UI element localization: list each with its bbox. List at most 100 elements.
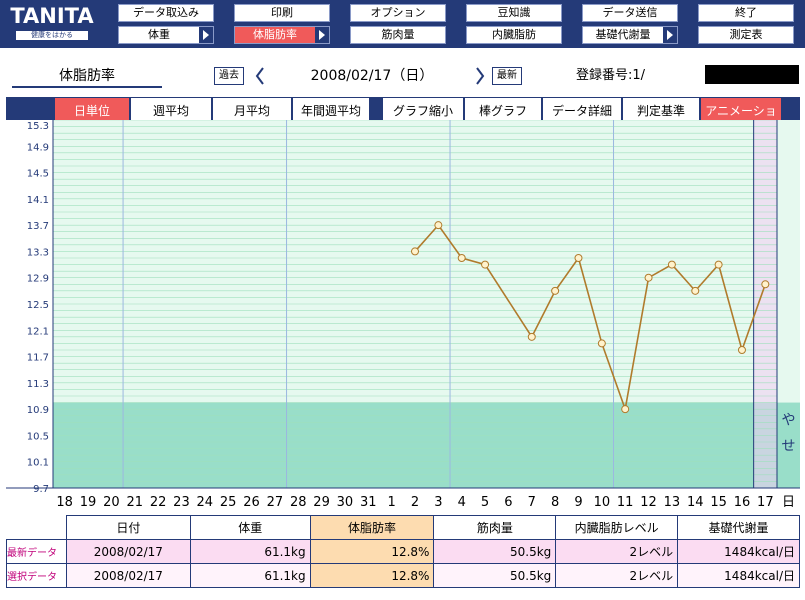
send-data-button[interactable]: データ送信 [582,4,678,22]
import-data-button[interactable]: データ取込み [118,4,214,22]
x-tick-label: 20 [103,495,120,510]
x-tick-label: 18 [56,495,73,510]
data-point [667,260,676,269]
header-weight: 体重 [189,515,311,540]
y-tick-label: 13.3 [27,247,49,258]
y-tick-label: 12.5 [27,300,49,311]
y-tick-label: 9.7 [33,484,49,495]
print-label: 印刷 [271,6,293,19]
x-tick-label: 30 [337,495,354,510]
x-tick-label: 21 [126,495,143,510]
table-row: 選択データ 2008/02/17 61.1kg 12.8% 50.5kg 2レベ… [6,563,800,588]
x-tick-label: 25 [220,495,237,510]
x-tick-label: 23 [173,495,190,510]
measurement-table-label: 測定表 [729,28,763,41]
summary-table: 日付 体重 体脂肪率 筋肉量 内臓脂肪レベル 基礎代謝量 最新データ 2008/… [6,515,800,588]
data-point [434,221,443,230]
x-tick-label: 31 [360,495,377,510]
x-tick-label: 2 [411,495,419,510]
data-point [597,339,606,348]
x-tick-label: 12 [640,495,657,510]
chevron-left-icon[interactable] [254,66,266,86]
y-tick-label: 11.7 [27,353,49,364]
registration-number: 登録番号:1/ [576,68,646,83]
print-button[interactable]: 印刷 [234,4,330,22]
cell-visceral: 2レベル [555,539,679,564]
data-point [527,332,536,341]
past-button[interactable]: 過去 [214,67,244,85]
cell-visceral: 2レベル [555,563,679,588]
y-tick-label: 14.5 [27,169,49,180]
data-summary-table: 日付 体重 体脂肪率 筋肉量 内臓脂肪レベル 基礎代謝量 最新データ 2008/… [6,515,800,595]
body-fat-button[interactable]: 体脂肪率 [234,26,330,44]
row-label-latest: 最新データ [6,539,67,564]
data-point [457,254,466,262]
arrow-right-icon [663,27,677,43]
page-title: 体脂肪率 [12,66,162,88]
data-point [691,286,700,295]
x-tick-label: 14 [687,495,704,510]
visceral-fat-button[interactable]: 内臓脂肪 [466,26,562,44]
weight-button[interactable]: 体重 [118,26,214,44]
cell-weight: 61.1kg [189,563,311,588]
options-label: オプション [370,6,426,19]
data-point [481,260,490,269]
data-point [621,405,630,414]
chevron-right-icon[interactable] [474,66,486,86]
data-point [411,247,419,256]
x-tick-label: 1 [388,495,396,510]
latest-button[interactable]: 最新 [492,67,522,85]
table-row: 最新データ 2008/02/17 61.1kg 12.8% 50.5kg 2レベ… [6,539,800,564]
x-tick-label: 27 [267,495,284,510]
cell-date: 2008/02/17 [65,563,191,588]
header-body-fat: 体脂肪率 [309,515,435,540]
x-tick-label: 10 [594,495,611,510]
y-tick-label: 11.3 [27,379,49,390]
cell-metabolism: 1484kcal/日 [677,563,800,588]
x-tick-label: 8 [551,495,559,510]
y-tick-label: 10.1 [27,458,49,469]
options-button[interactable]: オプション [350,4,446,22]
cell-body-fat: 12.8% [309,563,435,588]
data-point [551,286,560,295]
x-tick-label: 24 [197,495,214,510]
send-data-label: データ送信 [602,6,658,19]
header-muscle: 筋肉量 [433,515,557,540]
current-day-label: 日 [782,495,795,510]
registration-value-redacted [705,65,799,84]
logo-text: TANITA [10,4,94,28]
band-label: せ [782,439,796,455]
y-tick-label: 14.9 [27,142,49,153]
muscle-mass-button[interactable]: 筋肉量 [350,26,446,44]
table-header-row: 日付 体重 体脂肪率 筋肉量 内臓脂肪レベル 基礎代謝量 [7,515,800,540]
basal-metabolism-button[interactable]: 基礎代謝量 [582,26,678,44]
thin-band [53,402,777,488]
x-tick-label: 9 [574,495,582,510]
y-tick-label: 12.1 [27,326,49,337]
cell-date: 2008/02/17 [65,539,191,564]
header-metabolism: 基礎代謝量 [677,515,800,540]
x-tick-label: 11 [617,495,634,510]
logo-tagline: 健康をはかる [16,31,88,40]
trivia-label: 豆知識 [497,6,531,19]
x-tick-label: 19 [80,495,97,510]
cell-metabolism: 1484kcal/日 [677,539,800,564]
x-tick-label: 26 [243,495,260,510]
x-tick-label: 16 [734,495,751,510]
import-data-label: データ取込み [133,6,199,19]
cell-muscle: 50.5kg [433,539,557,564]
y-tick-label: 10.5 [27,431,49,442]
basal-metabolism-label: 基礎代謝量 [595,28,651,41]
data-point [761,280,770,289]
exit-button[interactable]: 終了 [698,4,794,22]
x-tick-label: 7 [528,495,536,510]
top-menu-bar: TANITA 健康をはかる データ取込み 印刷 オプション 豆知識 データ送信 … [0,0,805,48]
cell-body-fat: 12.8% [309,539,435,564]
x-tick-label: 6 [504,495,512,510]
x-tick-label: 29 [313,495,330,510]
trivia-button[interactable]: 豆知識 [466,4,562,22]
measurement-table-button[interactable]: 測定表 [698,26,794,44]
x-tick-label: 13 [664,495,681,510]
visceral-fat-label: 内臓脂肪 [492,28,536,41]
x-tick-label: 17 [757,495,774,510]
